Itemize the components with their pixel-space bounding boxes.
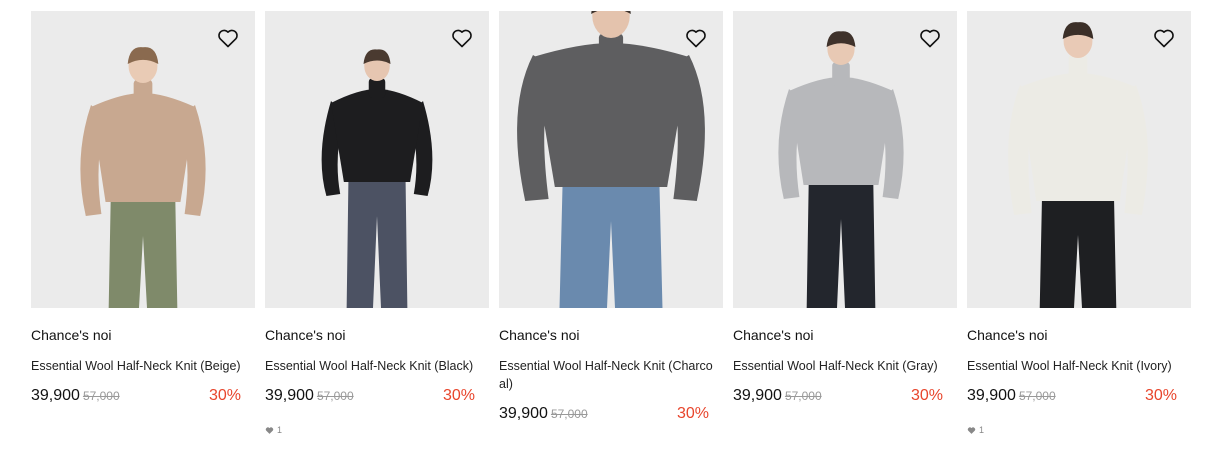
sale-price: 39,900 [265, 387, 314, 404]
small-heart-icon [265, 426, 274, 434]
pants-shape [559, 181, 663, 308]
sale-price: 39,900 [733, 387, 782, 404]
neck-shape [832, 61, 850, 87]
model-photo [321, 49, 433, 308]
discount-rate: 30% [910, 387, 943, 404]
price-row: 39,900 57,000 30% [967, 387, 1191, 411]
product-image[interactable] [265, 11, 489, 308]
product-name[interactable]: Essential Wool Half-Neck Knit (Charcoal) [499, 357, 715, 393]
brand-name[interactable]: Chance's noi [265, 327, 489, 343]
product-card[interactable]: Chance's noi Essential Wool Half-Neck Kn… [499, 11, 723, 429]
heart-icon[interactable] [918, 26, 942, 50]
product-card[interactable]: Chance's noi Essential Wool Half-Neck Kn… [967, 11, 1191, 435]
brand-name[interactable]: Chance's noi [31, 327, 255, 343]
heart-icon[interactable] [450, 26, 474, 50]
brand-name[interactable]: Chance's noi [967, 327, 1191, 343]
sale-price: 39,900 [31, 387, 80, 404]
neck-shape [133, 79, 153, 103]
brand-name[interactable]: Chance's noi [733, 327, 957, 343]
product-image[interactable] [733, 11, 957, 308]
original-price: 57,000 [550, 407, 588, 421]
discount-rate: 30% [208, 387, 241, 404]
product-name[interactable]: Essential Wool Half-Neck Knit (Beige) [31, 357, 247, 375]
product-name[interactable]: Essential Wool Half-Neck Knit (Gray) [733, 357, 949, 375]
product-name[interactable]: Essential Wool Half-Neck Knit (Black) [265, 357, 481, 375]
model-photo [80, 47, 206, 308]
product-image[interactable] [499, 11, 723, 308]
heart-icon[interactable] [216, 26, 240, 50]
sale-price: 39,900 [967, 387, 1016, 404]
original-price: 57,000 [784, 389, 822, 403]
pants-shape [108, 196, 178, 308]
pants-shape [806, 179, 876, 308]
discount-rate: 30% [442, 387, 475, 404]
price-row: 39,900 57,000 30% [733, 387, 957, 411]
price-row: 39,900 57,000 30% [499, 405, 723, 429]
original-price: 57,000 [1018, 389, 1056, 403]
price-row: 39,900 57,000 30% [31, 387, 255, 411]
product-card[interactable]: Chance's noi Essential Wool Half-Neck Kn… [265, 11, 489, 435]
head-shape [592, 11, 630, 38]
sweater-shape [533, 43, 689, 187]
product-card[interactable]: Chance's noi Essential Wool Half-Neck Kn… [31, 11, 255, 411]
sale-price: 39,900 [499, 405, 548, 422]
product-card[interactable]: Chance's noi Essential Wool Half-Neck Kn… [733, 11, 957, 411]
price-row: 39,900 57,000 30% [265, 387, 489, 411]
like-count: 1 [967, 425, 1191, 435]
product-grid: Chance's noi Essential Wool Half-Neck Kn… [0, 0, 1207, 469]
sweater-shape [789, 77, 893, 185]
model-photo [517, 11, 705, 308]
pants-shape [1039, 195, 1117, 308]
product-name[interactable]: Essential Wool Half-Neck Knit (Ivory) [967, 357, 1183, 375]
sweater-shape [91, 93, 195, 202]
like-count-value: 1 [979, 425, 985, 435]
model-photo [778, 31, 904, 308]
original-price: 57,000 [82, 389, 120, 403]
neck-shape [1068, 54, 1088, 83]
original-price: 57,000 [316, 389, 354, 403]
pants-shape [346, 176, 408, 308]
model-photo [1008, 22, 1148, 308]
discount-rate: 30% [676, 405, 709, 422]
like-count-value: 1 [277, 425, 283, 435]
discount-rate: 30% [1144, 387, 1177, 404]
product-image[interactable] [31, 11, 255, 308]
small-heart-icon [967, 426, 976, 434]
product-image[interactable] [967, 11, 1191, 308]
brand-name[interactable]: Chance's noi [499, 327, 723, 343]
like-count: 1 [265, 425, 489, 435]
heart-icon[interactable] [684, 26, 708, 50]
sweater-shape [331, 89, 423, 182]
sweater-shape [1020, 73, 1136, 201]
heart-icon[interactable] [1152, 26, 1176, 50]
